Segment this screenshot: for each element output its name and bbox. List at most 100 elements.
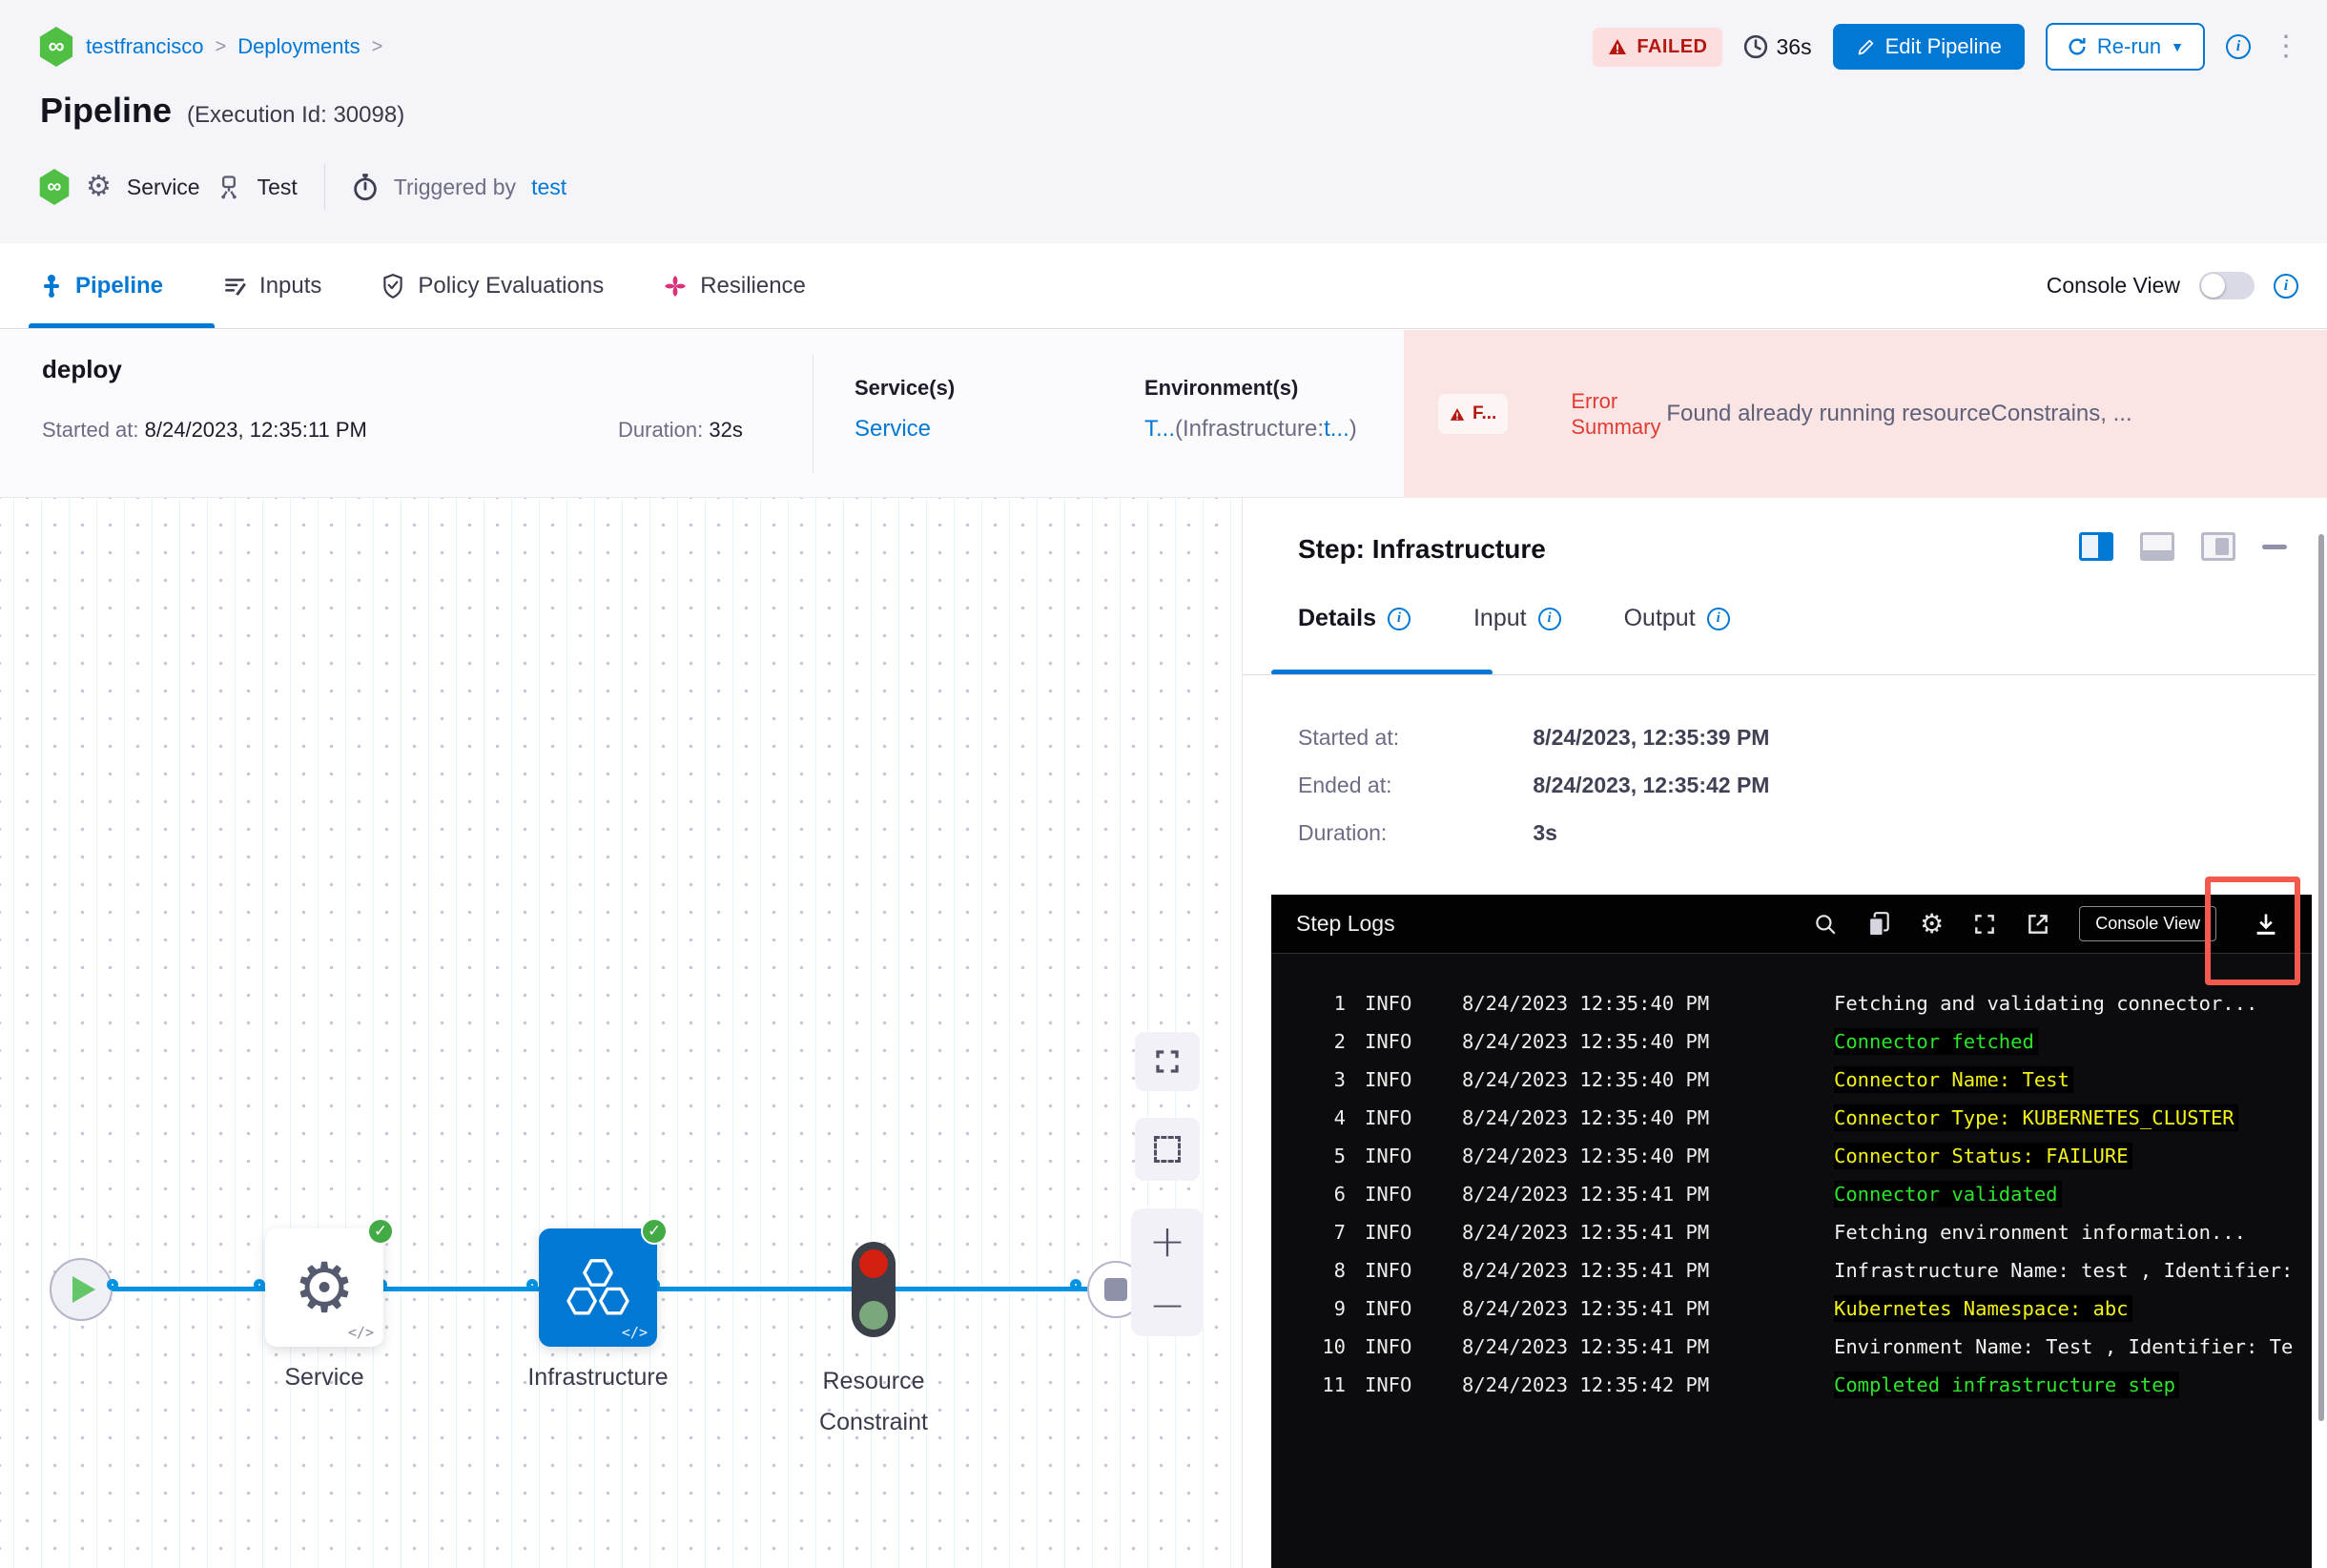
download-icon <box>2256 914 2276 935</box>
traffic-light-green <box>859 1301 888 1330</box>
tab-inputs-label: Inputs <box>259 272 322 299</box>
meta-environment-label[interactable]: Test <box>257 175 298 200</box>
details-info-icon[interactable]: i <box>1387 607 1411 630</box>
service-node-label: Service <box>284 1364 364 1391</box>
stop-icon <box>1104 1278 1127 1301</box>
layout-floating-button[interactable] <box>2201 532 2235 561</box>
stage-started: Started at: 8/24/2023, 12:35:11 PM <box>42 418 367 443</box>
edge-port <box>107 1279 118 1290</box>
tab-pipeline-label: Pipeline <box>75 272 164 299</box>
warning-icon <box>1450 407 1465 421</box>
log-fullscreen-icon[interactable] <box>1972 912 1997 937</box>
canvas-fullscreen-button[interactable] <box>1135 1032 1200 1091</box>
resilience-icon <box>665 275 687 297</box>
tab-resilience[interactable]: Resilience <box>663 273 806 299</box>
copy-icon[interactable] <box>1866 911 1891 938</box>
layout-split-right-button[interactable] <box>2079 532 2113 561</box>
shield-check-icon <box>383 273 403 299</box>
zoom-in-button[interactable]: + <box>1149 1219 1186 1263</box>
minimize-panel-button[interactable] <box>2262 544 2287 549</box>
log-level: INFO <box>1365 1221 1412 1244</box>
log-message: Fetching and validating connector... <box>1834 992 2258 1015</box>
environment-link[interactable]: T... <box>1144 416 1175 442</box>
pipeline-icon <box>44 274 59 298</box>
log-line-number: 10 <box>1322 1335 1346 1358</box>
log-level: INFO <box>1365 1183 1412 1206</box>
log-line-number: 4 <box>1333 1106 1346 1129</box>
canvas-select-button[interactable] <box>1135 1118 1200 1181</box>
fullscreen-icon <box>1156 1050 1179 1073</box>
console-view-button[interactable]: Console View <box>2079 906 2216 941</box>
tab-pipeline[interactable]: Pipeline <box>40 273 163 299</box>
tab-details[interactable]: Details i <box>1298 605 1411 632</box>
log-line-number: 1 <box>1333 992 1346 1015</box>
service-step-node[interactable]: ⚙ ✓ </> <box>265 1218 394 1347</box>
active-tab-underline <box>29 323 215 328</box>
warning-icon <box>1609 39 1627 54</box>
tab-inputs[interactable]: Inputs <box>222 273 321 299</box>
step-panel-title: Step: Infrastructure <box>1298 534 1546 564</box>
environment-icon <box>216 174 242 200</box>
panel-layout-controls <box>2079 532 2287 561</box>
error-summary-label: Error Summary <box>1571 388 1661 440</box>
tab-output[interactable]: Output i <box>1624 605 1730 632</box>
layout-bottom-button[interactable] <box>2140 532 2174 561</box>
breadcrumb-deployments-link[interactable]: Deployments <box>237 34 360 59</box>
edit-pipeline-button[interactable]: Edit Pipeline <box>1832 24 2025 70</box>
tab-policy-evaluations[interactable]: Policy Evaluations <box>381 273 604 299</box>
open-external-icon[interactable] <box>2026 912 2050 937</box>
output-info-icon[interactable]: i <box>1706 607 1730 630</box>
input-info-icon[interactable]: i <box>1537 607 1561 630</box>
service-link[interactable]: Service <box>855 416 931 442</box>
log-lines: 1 INFO 8/24/2023 12:35:40 PM Fetching and v… <box>1271 954 2312 1404</box>
more-options-menu[interactable]: ⋮ <box>2272 32 2300 61</box>
stage-name[interactable]: deploy <box>42 355 122 384</box>
scrollbar[interactable] <box>2318 534 2324 1421</box>
pipeline-graph-canvas[interactable]: ⚙ ✓ </> Service ✓ </> Infrastructure Res… <box>0 498 1242 1568</box>
search-icon[interactable] <box>1813 912 1838 937</box>
environment-value[interactable]: T...(Infrastructure:t...) <box>1144 416 1357 443</box>
log-timestamp: 8/24/2023 12:35:41 PM <box>1462 1183 1710 1206</box>
services-label: Service(s) <box>855 376 956 400</box>
log-line: 4 INFO 8/24/2023 12:35:40 PM Connector Type… <box>1288 1099 2312 1137</box>
breadcrumb: ∞ testfrancisco > Deployments > <box>38 27 382 67</box>
breadcrumb-separator: > <box>371 35 383 57</box>
tab-output-label: Output <box>1623 605 1696 631</box>
log-message: Connector validated <box>1834 1181 2062 1207</box>
environments-label: Environment(s) <box>1144 376 1299 400</box>
error-summary-message[interactable]: Found already running resourceConstrains… <box>1666 401 2238 427</box>
download-logs-button[interactable] <box>2205 876 2300 985</box>
step-logs-title: Step Logs <box>1296 911 1395 936</box>
step-logs-toolbar: Step Logs ⚙ Console View <box>1271 876 2312 985</box>
log-line: 7 INFO 8/24/2023 12:35:41 PM Fetching envir… <box>1288 1213 2312 1251</box>
environments-column: Environment(s) T...(Infrastructure:t...) <box>1144 376 1357 443</box>
infrastructure-step-node[interactable]: ✓ </> <box>539 1218 668 1347</box>
console-view-toggle[interactable] <box>2199 272 2255 299</box>
infrastructure-link[interactable]: t... <box>1324 416 1349 442</box>
zoom-out-button[interactable]: − <box>1149 1283 1186 1327</box>
play-icon <box>72 1276 95 1303</box>
meta-service-label[interactable]: Service <box>127 175 200 200</box>
log-line-number: 6 <box>1333 1183 1346 1206</box>
breadcrumb-org-link[interactable]: testfrancisco <box>86 34 204 59</box>
services-column: Service(s) Service <box>855 376 955 443</box>
log-message: Infrastructure Name: test , Identifier: <box>1834 1259 2294 1282</box>
resource-constraint-node[interactable] <box>852 1242 896 1337</box>
info-icon[interactable]: i <box>2226 34 2251 59</box>
triggered-by-user-link[interactable]: test <box>531 175 566 200</box>
log-settings-gear-icon[interactable]: ⚙ <box>1920 910 1944 938</box>
clock-icon <box>1744 34 1768 59</box>
environment-infra-prefix: (Infrastructure: <box>1175 416 1325 442</box>
rerun-button[interactable]: Re-run ▼ <box>2045 23 2205 71</box>
log-message: Connector Status: FAILURE <box>1834 1143 2132 1169</box>
log-line: 1 INFO 8/24/2023 12:35:40 PM Fetching and v… <box>1288 984 2312 1022</box>
log-line-number: 7 <box>1333 1221 1346 1244</box>
tab-input[interactable]: Input i <box>1473 605 1561 632</box>
detail-row-ended: Ended at: 8/24/2023, 12:35:42 PM <box>1298 773 1769 798</box>
console-view-info-icon[interactable]: i <box>2274 273 2298 299</box>
step-logs-console: Step Logs ⚙ Console View 1 INFO 8/24/202… <box>1271 876 2312 1568</box>
infrastructure-node-label: Infrastructure <box>527 1364 669 1391</box>
stopwatch-icon <box>352 173 379 201</box>
tabbar-right-controls: Console View i <box>2047 243 2298 328</box>
start-node[interactable] <box>50 1258 113 1321</box>
